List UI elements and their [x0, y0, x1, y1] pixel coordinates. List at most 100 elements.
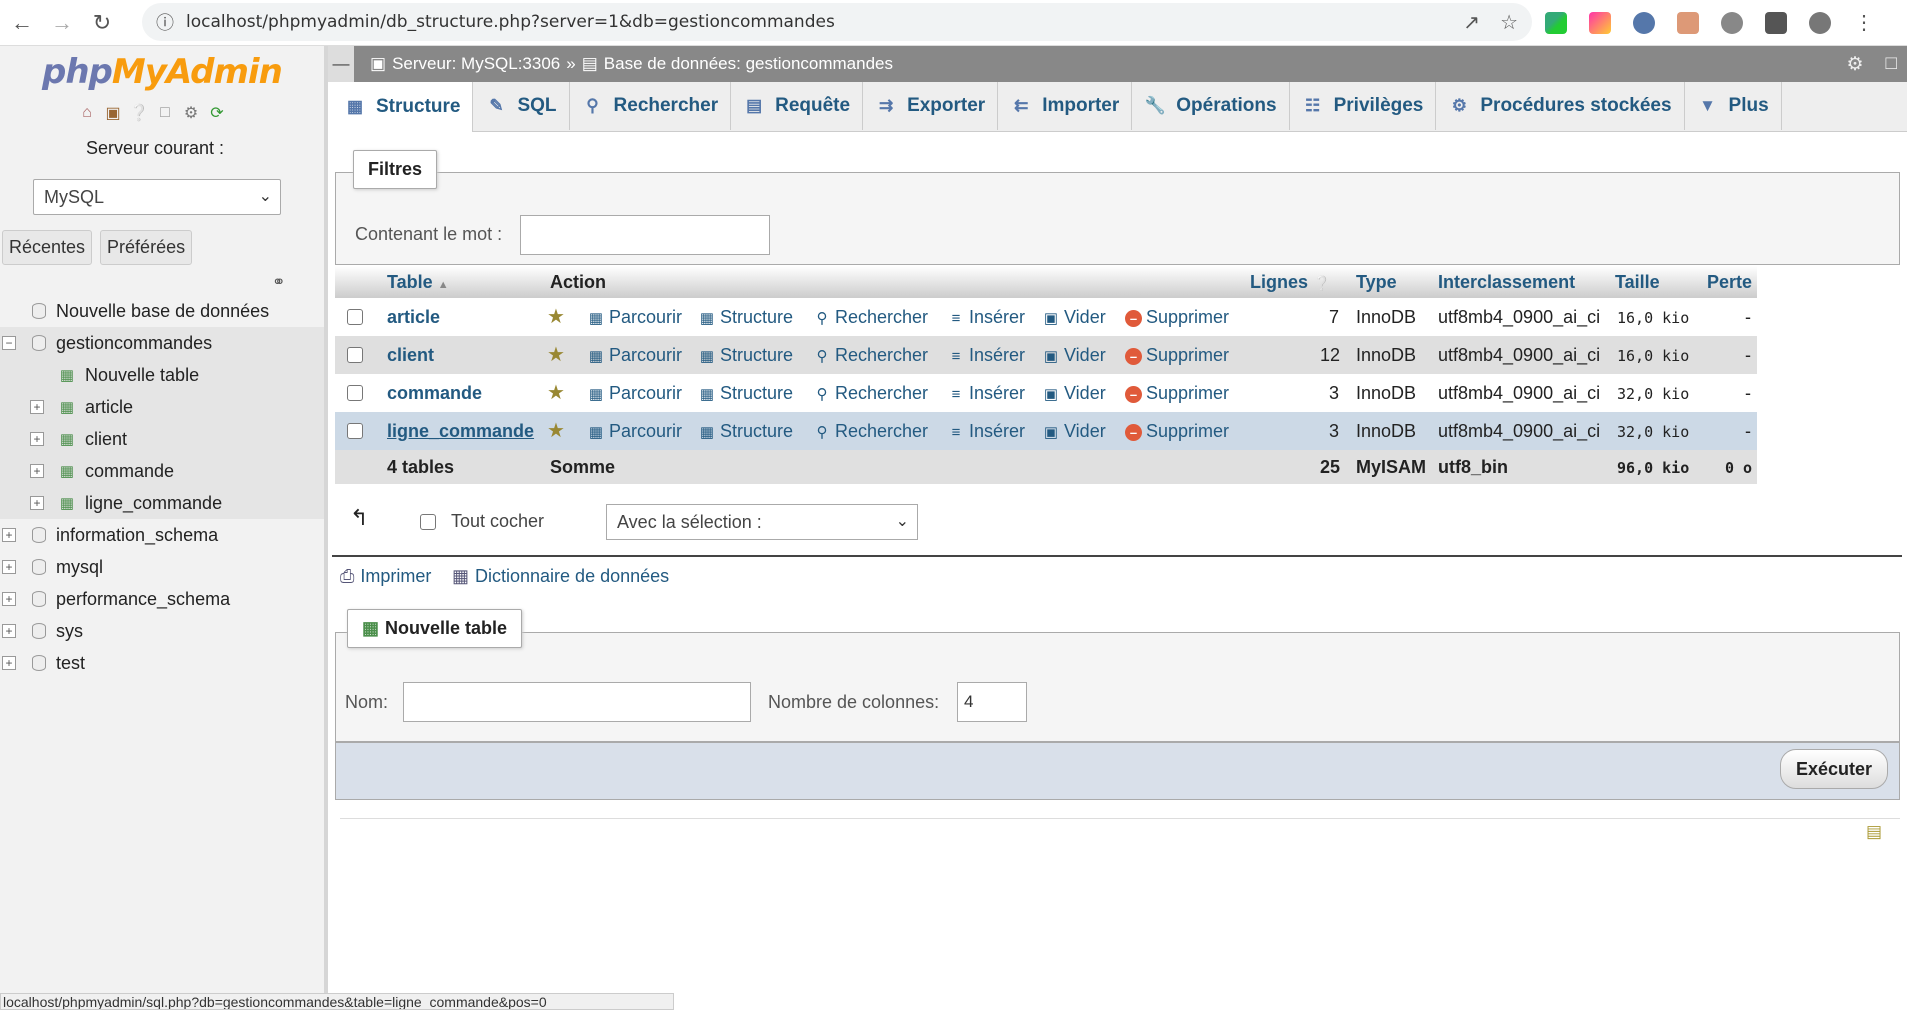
- expand-icon[interactable]: +: [2, 656, 16, 670]
- filter-input[interactable]: [520, 215, 770, 255]
- help-icon[interactable]: ❔: [1313, 275, 1330, 291]
- tab-search[interactable]: ⚲ Rechercher: [570, 82, 732, 130]
- url-text[interactable]: localhost/phpmyadmin/db_structure.php?se…: [186, 12, 835, 32]
- row-checkbox[interactable]: [347, 347, 363, 363]
- structure-link[interactable]: ▦ Structure: [698, 345, 793, 366]
- tree-db-test[interactable]: + test: [0, 647, 324, 679]
- tab-query[interactable]: ▤ Requête: [731, 82, 864, 130]
- tree-table-article[interactable]: + ▦ article: [0, 391, 324, 423]
- settings-gear-icon[interactable]: ⚙: [180, 102, 202, 124]
- insert-link[interactable]: ≡ Insérer: [947, 345, 1025, 366]
- tree-table-client[interactable]: + ▦ client: [0, 423, 324, 455]
- expand-icon[interactable]: +: [2, 560, 16, 574]
- tree-db-gestioncommandes[interactable]: − gestioncommandes: [0, 327, 324, 359]
- empty-link[interactable]: ▣ Vider: [1042, 307, 1106, 328]
- forward-icon[interactable]: →: [42, 3, 82, 43]
- browse-link[interactable]: ▦ Parcourir: [587, 345, 682, 366]
- expand-icon[interactable]: +: [2, 624, 16, 638]
- insert-link[interactable]: ≡ Insérer: [947, 383, 1025, 404]
- table-name-link[interactable]: article: [387, 307, 440, 328]
- tree-db-information-schema[interactable]: + information_schema: [0, 519, 324, 551]
- expand-icon[interactable]: +: [30, 432, 44, 446]
- tab-sql[interactable]: ✎ SQL: [473, 82, 570, 130]
- tree-table-commande[interactable]: + ▦ commande: [0, 455, 324, 487]
- settings-gear-icon[interactable]: ⚙: [1846, 53, 1863, 76]
- tree-db-sys[interactable]: + sys: [0, 615, 324, 647]
- table-size[interactable]: 16,0 kio: [1617, 347, 1689, 365]
- address-bar[interactable]: ⓘ localhost/phpmyadmin/db_structure.php?…: [142, 3, 1532, 41]
- expand-icon[interactable]: +: [30, 496, 44, 510]
- tab-operations[interactable]: 🔧 Opérations: [1132, 82, 1290, 130]
- home-icon[interactable]: ⌂: [76, 102, 98, 124]
- expand-icon[interactable]: +: [30, 400, 44, 414]
- col-size-header[interactable]: Taille: [1615, 272, 1660, 293]
- breadcrumb-server[interactable]: Serveur: MySQL:3306: [392, 54, 560, 74]
- tab-export[interactable]: ⇉ Exporter: [863, 82, 999, 130]
- exit-icon[interactable]: ▣: [102, 102, 124, 124]
- insert-link[interactable]: ≡ Insérer: [947, 421, 1025, 442]
- favorite-star-icon[interactable]: ★: [547, 380, 565, 405]
- data-dictionary-link[interactable]: ▦ Dictionnaire de données: [452, 566, 669, 587]
- extension-pen-icon[interactable]: [1545, 12, 1567, 34]
- col-collation-header[interactable]: Interclassement: [1438, 272, 1575, 293]
- table-name-link[interactable]: ligne_commande: [387, 421, 534, 442]
- expand-icon[interactable]: +: [2, 592, 16, 606]
- structure-link[interactable]: ▦ Structure: [698, 307, 793, 328]
- server-select[interactable]: MySQL ⌄: [33, 179, 281, 215]
- back-icon[interactable]: ←: [2, 3, 42, 43]
- empty-link[interactable]: ▣ Vider: [1042, 383, 1106, 404]
- phpmyadmin-logo[interactable]: phpMyAdmin: [42, 52, 283, 92]
- link-icon[interactable]: ⚭: [272, 272, 285, 292]
- extension-gear-icon[interactable]: [1721, 12, 1743, 34]
- browse-link[interactable]: ▦ Parcourir: [587, 383, 682, 404]
- browse-link[interactable]: ▦ Parcourir: [587, 421, 682, 442]
- tab-privileges[interactable]: ☷ Privilèges: [1290, 82, 1437, 130]
- with-selected-dropdown[interactable]: Avec la sélection : ⌄: [606, 504, 918, 540]
- empty-link[interactable]: ▣ Vider: [1042, 345, 1106, 366]
- table-size[interactable]: 16,0 kio: [1617, 309, 1689, 327]
- drop-link[interactable]: – Supprimer: [1125, 345, 1229, 366]
- info-icon[interactable]: ⓘ: [156, 9, 174, 35]
- tree-new-database[interactable]: Nouvelle base de données: [0, 295, 324, 327]
- tab-more[interactable]: ▼ Plus: [1685, 82, 1782, 130]
- extension-key-icon[interactable]: [1677, 12, 1699, 34]
- table-name-link[interactable]: client: [387, 345, 434, 366]
- maximize-icon[interactable]: □: [1886, 53, 1897, 76]
- favorite-star-icon[interactable]: ★: [547, 418, 565, 443]
- row-checkbox[interactable]: [347, 423, 363, 439]
- collapse-nav-icon[interactable]: —: [328, 46, 354, 82]
- execute-button[interactable]: Exécuter: [1780, 749, 1888, 789]
- search-link[interactable]: ⚲ Rechercher: [813, 421, 929, 442]
- help-icon[interactable]: ❔: [128, 102, 150, 124]
- columns-count-input[interactable]: 4: [957, 682, 1027, 722]
- browse-link[interactable]: ▦ Parcourir: [587, 307, 682, 328]
- search-link[interactable]: ⚲ Rechercher: [813, 383, 929, 404]
- print-link[interactable]: ⎙ Imprimer: [340, 566, 431, 587]
- reload-icon[interactable]: ↻: [82, 3, 122, 43]
- console-icon[interactable]: ▤: [1866, 822, 1882, 842]
- check-all-label[interactable]: Tout cocher: [451, 511, 544, 532]
- bookmark-star-icon[interactable]: ☆: [1500, 10, 1518, 35]
- tree-db-mysql[interactable]: + mysql: [0, 551, 324, 583]
- insert-link[interactable]: ≡ Insérer: [947, 307, 1025, 328]
- profile-avatar-icon[interactable]: [1809, 12, 1831, 34]
- extension-gradient-icon[interactable]: [1589, 12, 1611, 34]
- extensions-puzzle-icon[interactable]: [1765, 12, 1787, 34]
- share-icon[interactable]: ↗: [1463, 10, 1480, 35]
- tab-routines[interactable]: ⚙ Procédures stockées: [1436, 82, 1685, 130]
- structure-link[interactable]: ▦ Structure: [698, 383, 793, 404]
- row-checkbox[interactable]: [347, 385, 363, 401]
- expand-icon[interactable]: +: [30, 464, 44, 478]
- expand-icon[interactable]: +: [2, 528, 16, 542]
- browser-menu-icon[interactable]: ⋮: [1853, 12, 1875, 34]
- collapse-icon[interactable]: −: [2, 336, 16, 350]
- col-type-header[interactable]: Type: [1356, 272, 1397, 293]
- structure-link[interactable]: ▦ Structure: [698, 421, 793, 442]
- favorite-tables-tab[interactable]: Préférées: [100, 230, 193, 265]
- tab-import[interactable]: ⇇ Importer: [998, 82, 1133, 130]
- search-link[interactable]: ⚲ Rechercher: [813, 307, 929, 328]
- table-size[interactable]: 32,0 kio: [1617, 423, 1689, 441]
- tree-db-performance-schema[interactable]: + performance_schema: [0, 583, 324, 615]
- check-all-checkbox[interactable]: [420, 514, 436, 530]
- table-name-link[interactable]: commande: [387, 383, 482, 404]
